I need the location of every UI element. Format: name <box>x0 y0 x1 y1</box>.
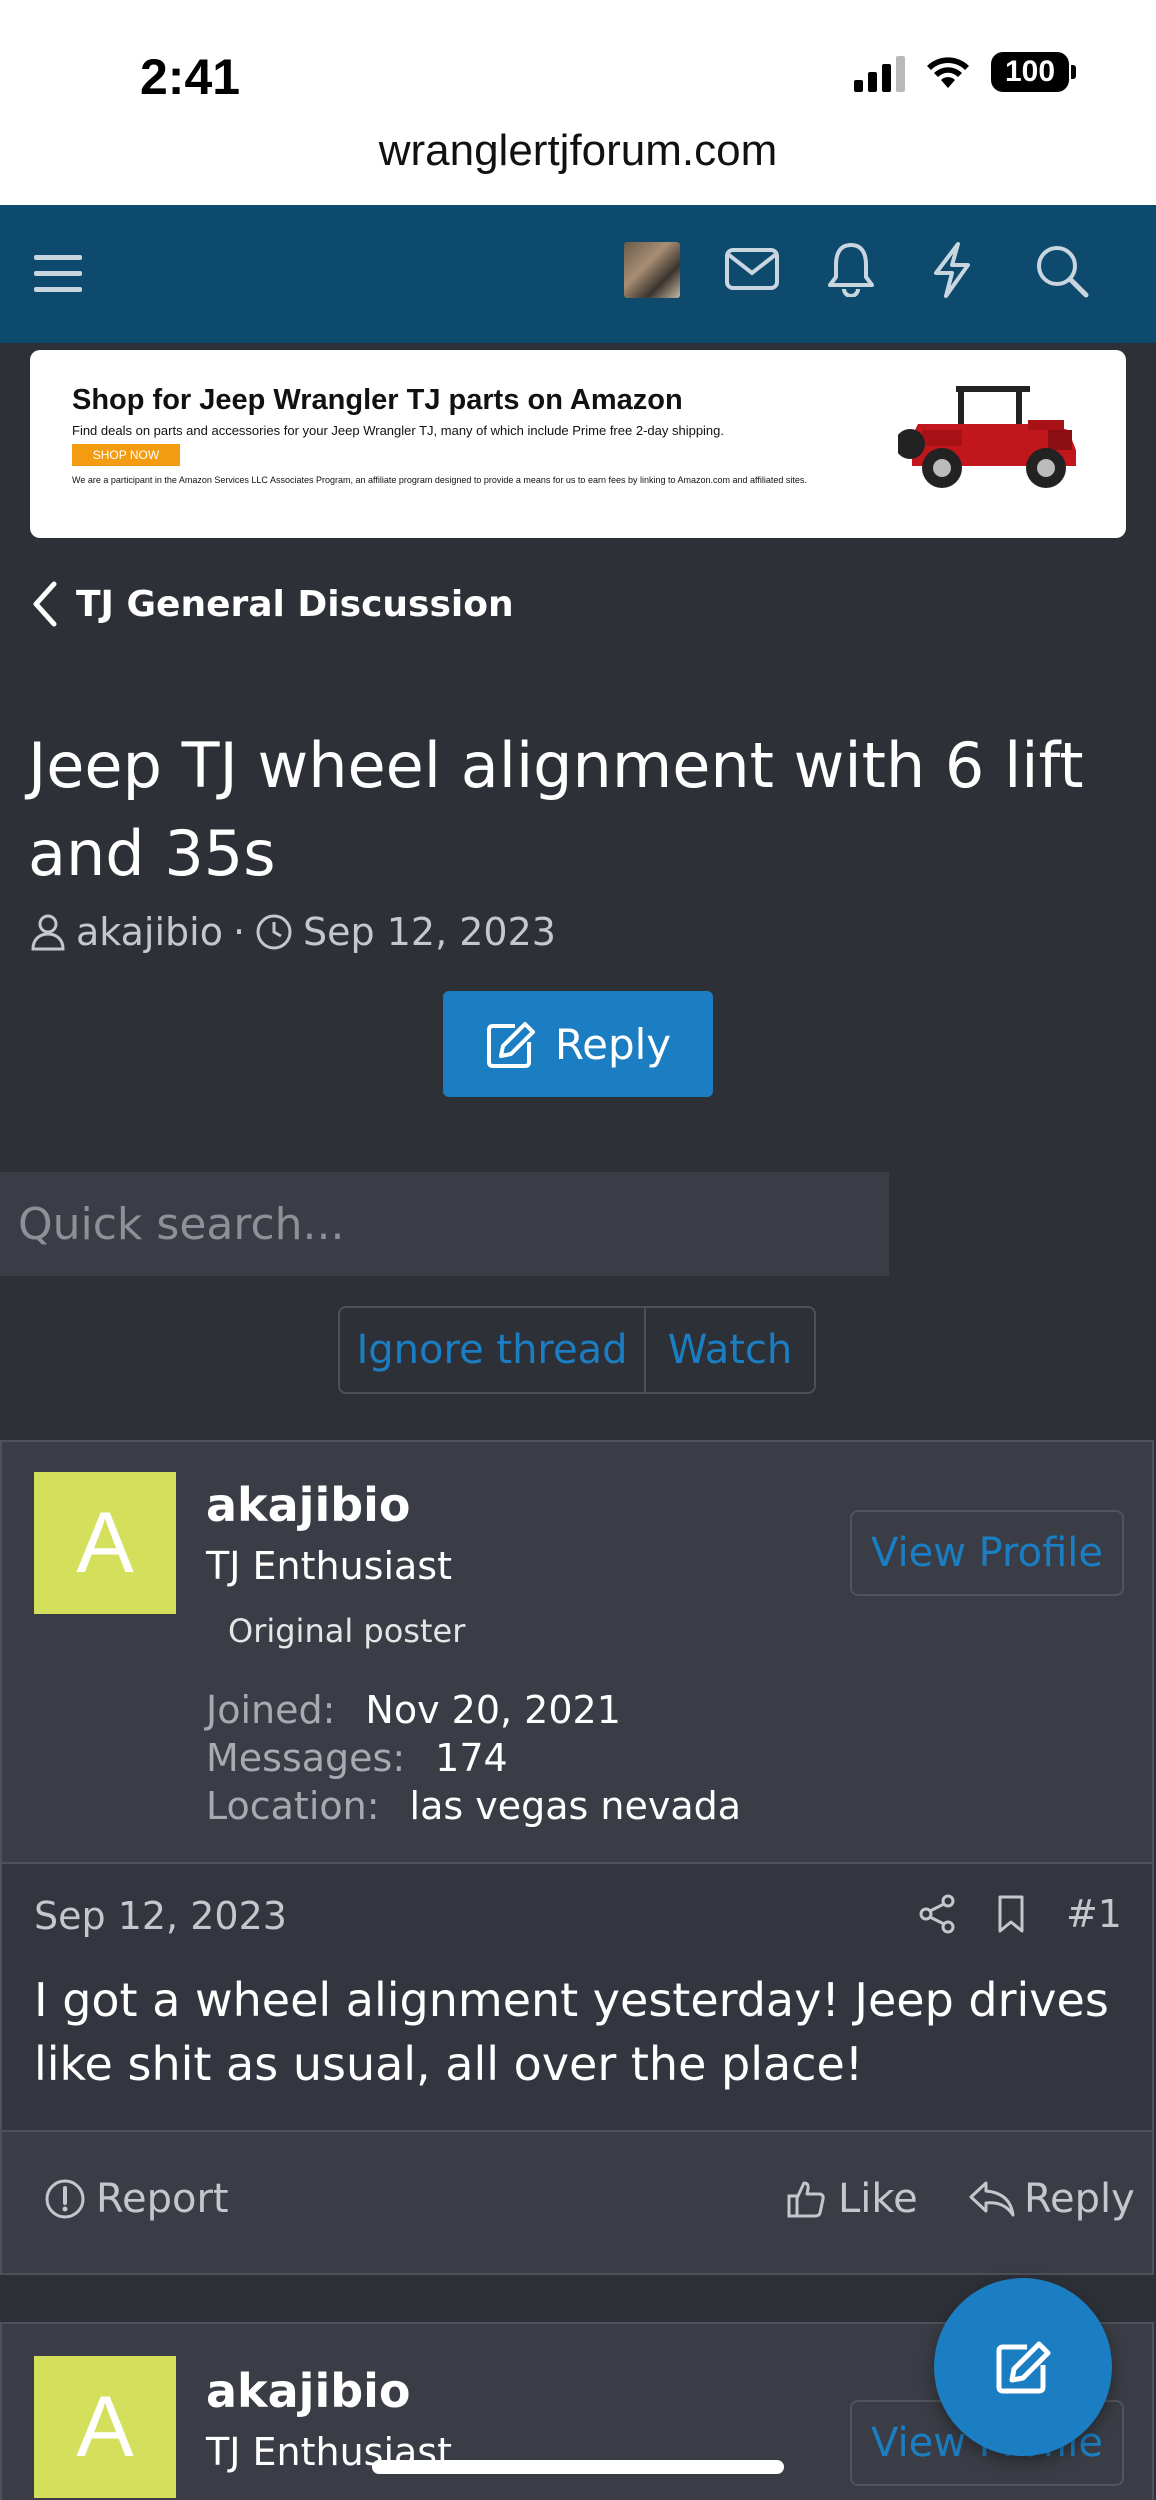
post-number[interactable]: #1 <box>1066 1892 1122 1936</box>
menu-icon[interactable] <box>34 253 82 295</box>
thread-date[interactable]: Sep 12, 2023 <box>303 910 556 954</box>
watch-button[interactable]: Watch <box>646 1308 814 1392</box>
stat-value: 174 <box>435 1736 508 1780</box>
thread-meta: akajibio · Sep 12, 2023 <box>30 910 556 954</box>
stat-value: las vegas nevada <box>409 1784 742 1828</box>
bell-icon[interactable] <box>826 241 876 297</box>
ignore-thread-button[interactable]: Ignore thread <box>340 1308 646 1392</box>
alert-icon <box>45 2179 85 2219</box>
battery-icon: 100 <box>991 52 1076 92</box>
amazon-ad-banner[interactable]: Shop for Jeep Wrangler TJ parts on Amazo… <box>30 350 1126 538</box>
stat-joined: Joined: Nov 20, 2021 <box>206 1686 741 1734</box>
battery-level: 100 <box>991 52 1069 92</box>
user-avatar[interactable] <box>624 242 680 298</box>
edit-icon <box>486 1022 535 1068</box>
bookmark-icon[interactable] <box>996 1894 1026 1934</box>
home-indicator[interactable] <box>372 2460 784 2474</box>
stat-label: Messages: <box>206 1736 406 1780</box>
clock-icon <box>256 914 292 950</box>
stat-label: Location: <box>206 1784 380 1828</box>
post-user-info: A akajibio TJ Enthusiast Original poster… <box>2 1442 1152 1862</box>
stat-location: Location: las vegas nevada <box>206 1782 741 1830</box>
thread-action-group: Ignore thread Watch <box>338 1306 816 1394</box>
status-bar: 2:41 100 wranglertjforum.com <box>0 0 1156 205</box>
post-top-actions: #1 <box>918 1892 1122 1936</box>
edit-icon <box>996 2341 1051 2394</box>
post-body: Sep 12, 2023 #1 I got a wheel alignment … <box>2 1862 1152 2132</box>
wifi-icon <box>927 57 969 88</box>
ad-title: Shop for Jeep Wrangler TJ parts on Amazo… <box>72 384 683 416</box>
thread-author[interactable]: akajibio <box>76 910 223 954</box>
original-poster-badge: Original poster <box>228 1612 466 1650</box>
report-label: Report <box>96 2176 229 2222</box>
user-title: TJ Enthusiast <box>206 1544 452 1588</box>
status-time: 2:41 <box>140 49 241 105</box>
meta-separator: · <box>232 910 246 954</box>
report-button[interactable]: Report <box>44 2176 229 2222</box>
compose-fab-button[interactable] <box>934 2278 1112 2456</box>
breadcrumb-label: TJ General Discussion <box>76 583 514 625</box>
ad-disclaimer: We are a participant in the Amazon Servi… <box>72 475 807 485</box>
stat-value: Nov 20, 2021 <box>365 1688 621 1732</box>
jeep-image <box>898 386 1076 488</box>
thumbs-up-icon <box>787 2181 825 2218</box>
user-stats: Joined: Nov 20, 2021 Messages: 174 Locat… <box>206 1686 741 1830</box>
search-icon[interactable] <box>1034 243 1090 299</box>
post-reply-button[interactable]: Reply <box>968 2176 1135 2222</box>
post-username[interactable]: akajibio <box>206 2364 411 2418</box>
top-nav <box>0 205 1156 343</box>
user-icon <box>31 914 65 951</box>
quick-search-input[interactable] <box>0 1172 889 1276</box>
post-date[interactable]: Sep 12, 2023 <box>34 1894 287 1938</box>
like-button[interactable]: Like <box>786 2176 918 2222</box>
ad-subtitle: Find deals on parts and accessories for … <box>72 423 725 438</box>
stat-messages: Messages: 174 <box>206 1734 741 1782</box>
breadcrumb[interactable]: TJ General Discussion <box>30 580 514 628</box>
lightning-icon[interactable] <box>930 241 974 299</box>
post-footer: Report Like Reply <box>2 2132 1152 2273</box>
avatar[interactable]: A <box>34 2356 176 2498</box>
shop-now-button[interactable]: SHOP NOW <box>72 444 180 466</box>
avatar[interactable]: A <box>34 1472 176 1614</box>
share-icon[interactable] <box>918 1894 956 1934</box>
reply-button-label: Reply <box>554 1019 672 1069</box>
post: A akajibio TJ Enthusiast Original poster… <box>0 1440 1154 2275</box>
reply-button[interactable]: Reply <box>443 991 713 1097</box>
post-username[interactable]: akajibio <box>206 1478 411 1532</box>
reply-arrow-icon <box>969 2181 1015 2217</box>
stat-label: Joined: <box>206 1688 336 1732</box>
status-icons: 100 <box>854 52 1076 92</box>
reply-label: Reply <box>1024 2176 1135 2222</box>
mail-icon[interactable] <box>724 247 780 291</box>
view-profile-button[interactable]: View Profile <box>850 1510 1124 1596</box>
url-bar[interactable]: wranglertjforum.com <box>0 126 1156 176</box>
signal-icon <box>854 52 905 92</box>
like-label: Like <box>838 2176 918 2222</box>
chevron-left-icon <box>33 581 57 627</box>
thread-title: Jeep TJ wheel alignment with 6 lift and … <box>28 729 1084 890</box>
post-text: I got a wheel alignment yesterday! Jeep … <box>34 1973 1109 2091</box>
